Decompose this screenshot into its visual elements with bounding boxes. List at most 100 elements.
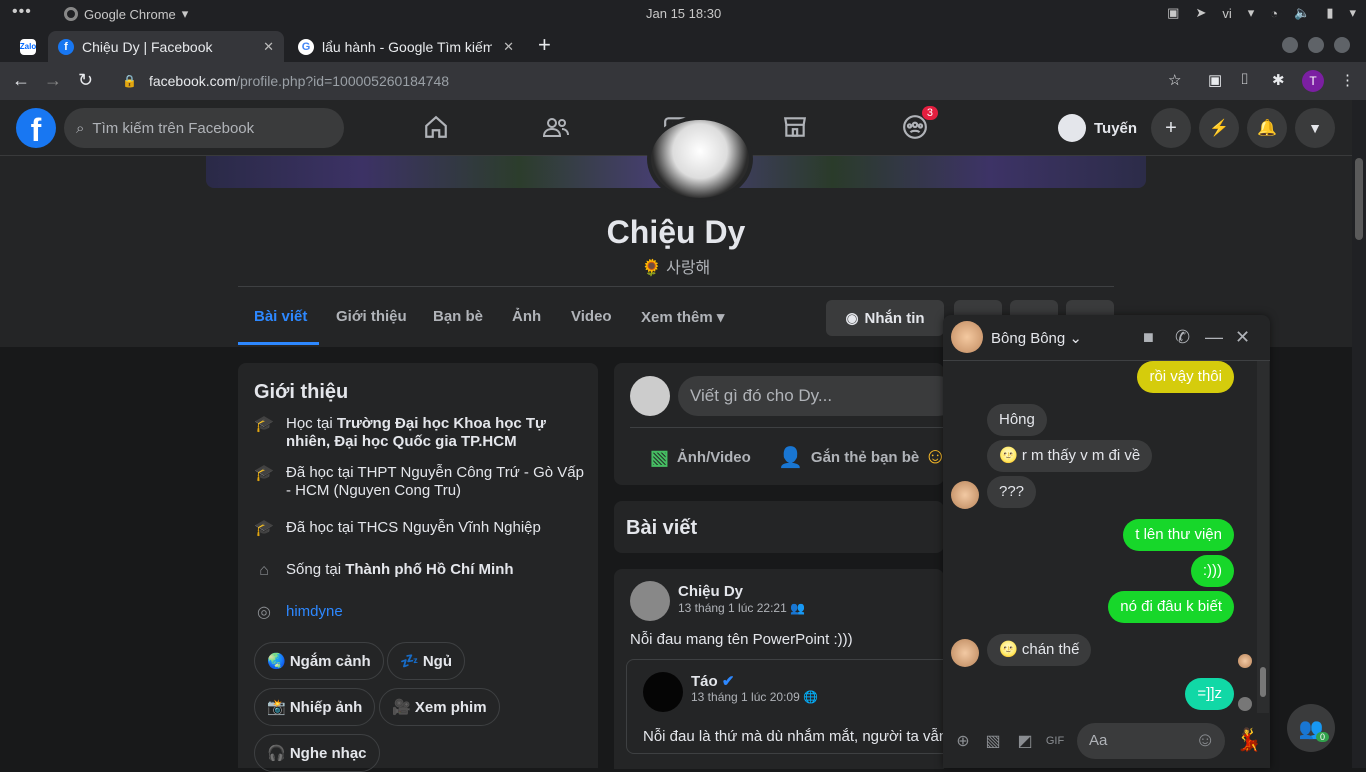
- profile-avatar[interactable]: T: [1302, 70, 1324, 92]
- bookmark-star-icon[interactable]: ☆: [1168, 71, 1181, 89]
- scrollbar-thumb[interactable]: [1355, 158, 1363, 240]
- message-outgoing[interactable]: =]]z: [1185, 678, 1234, 710]
- message-list[interactable]: rồi vậy thôi Hông 🌝 r m thấy v m đi về ?…: [943, 361, 1270, 713]
- tab-google-search[interactable]: G lẩu hành - Google Tìm kiếm ✕: [288, 31, 524, 62]
- message-button[interactable]: ◉ Nhắn tin: [826, 300, 944, 336]
- marketplace-icon[interactable]: [780, 112, 810, 142]
- close-chat-icon[interactable]: ✕: [1235, 327, 1250, 348]
- close-tab-icon[interactable]: ✕: [503, 39, 514, 55]
- tag-friends-button[interactable]: 👤 Gắn thẻ bạn bè: [778, 445, 919, 470]
- messenger-button[interactable]: ⚡: [1199, 108, 1239, 148]
- chat-avatar[interactable]: [951, 321, 983, 353]
- volume-icon[interactable]: 🔈: [1294, 5, 1310, 21]
- page-scrollbar[interactable]: [1352, 100, 1366, 768]
- quick-reaction-icon[interactable]: 💃: [1235, 727, 1262, 752]
- extensions-icon[interactable]: ✱: [1272, 71, 1285, 89]
- clock[interactable]: Jan 15 18:30: [646, 6, 721, 21]
- tab-more[interactable]: Xem thêm ▾: [641, 308, 724, 326]
- reload-icon[interactable]: ↻: [78, 70, 93, 91]
- tab-about[interactable]: Giới thiệu: [336, 308, 407, 325]
- bell-icon: 🔔: [1257, 120, 1277, 137]
- avatar[interactable]: [630, 581, 670, 621]
- hobby-chip[interactable]: 🌏 Ngắm cảnh: [254, 642, 384, 680]
- photo-video-button[interactable]: ▧ Ảnh/Video: [650, 445, 751, 470]
- avatar[interactable]: [643, 672, 683, 712]
- screenshot-icon[interactable]: ⌷: [1240, 71, 1249, 88]
- address-bar[interactable]: 🔒 facebook.com/profile.php?id=1000052601…: [110, 66, 1210, 96]
- tab-videos[interactable]: Video: [571, 308, 612, 325]
- tray-icon[interactable]: ▣: [1167, 5, 1179, 21]
- telegram-icon[interactable]: ➤: [1195, 5, 1206, 21]
- image-icon[interactable]: ▧: [983, 731, 1003, 751]
- sender-avatar[interactable]: [951, 639, 979, 667]
- facebook-logo[interactable]: f: [16, 108, 56, 148]
- hobby-chip[interactable]: 🎥 Xem phim: [379, 688, 500, 726]
- chat-name[interactable]: Bông Bông ⌄: [991, 329, 1082, 347]
- hobby-chip[interactable]: 💤 Ngủ: [387, 642, 466, 680]
- search-input[interactable]: ⌕ Tìm kiếm trên Facebook: [64, 108, 344, 148]
- emoji-picker-icon[interactable]: ☺: [1195, 729, 1215, 751]
- friends-icon[interactable]: [541, 112, 571, 142]
- message-outgoing[interactable]: nó đi đâu k biết: [1108, 591, 1234, 623]
- create-button[interactable]: +: [1151, 108, 1191, 148]
- message-incoming[interactable]: 🌝 chán thế: [987, 634, 1092, 666]
- home-icon[interactable]: [421, 112, 451, 142]
- new-message-button[interactable]: 👥 0: [1287, 704, 1335, 752]
- composer-input[interactable]: Viết gì đó cho Dy...: [678, 376, 958, 416]
- hobby-chip[interactable]: 🎧 Nghe nhạc: [254, 734, 380, 772]
- chevron-down-icon[interactable]: ▾: [1349, 5, 1356, 21]
- battery-icon[interactable]: ▮: [1326, 5, 1333, 21]
- notifications-button[interactable]: 🔔: [1247, 108, 1287, 148]
- message-incoming[interactable]: Hông: [987, 404, 1047, 436]
- message-incoming[interactable]: ???: [987, 476, 1037, 508]
- chat-scrollbar[interactable]: [1257, 361, 1269, 713]
- forward-icon[interactable]: →: [44, 70, 62, 91]
- app-menu[interactable]: Google Chrome ▾: [64, 6, 188, 22]
- new-tab-button[interactable]: +: [538, 32, 551, 58]
- activities-icon[interactable]: •••: [12, 3, 32, 21]
- account-menu-button[interactable]: ▼: [1295, 108, 1335, 148]
- sender-avatar[interactable]: [951, 481, 979, 509]
- scrollbar-thumb[interactable]: [1260, 667, 1266, 697]
- intro-row-highschool: 🎓 Đã học tại THPT Nguyễn Công Trứ - Gò V…: [254, 464, 584, 500]
- message-button-label: Nhắn tin: [864, 309, 925, 327]
- video-call-icon[interactable]: ■: [1143, 327, 1154, 348]
- posts-header: Bài viết: [614, 501, 944, 553]
- back-icon[interactable]: ←: [12, 70, 30, 91]
- profile-button[interactable]: Tuyến: [1050, 108, 1145, 148]
- cast-icon[interactable]: ▣: [1208, 71, 1222, 89]
- search-icon: ⌕: [76, 119, 85, 137]
- chrome-menu-icon[interactable]: ⋮: [1340, 71, 1355, 89]
- profile-picture[interactable]: [647, 116, 753, 202]
- sticker-icon[interactable]: ◩: [1015, 731, 1035, 751]
- shared-author[interactable]: Táo ✔: [691, 672, 734, 690]
- close-window-button[interactable]: [1334, 37, 1350, 53]
- tab-friends[interactable]: Bạn bè: [433, 308, 483, 325]
- tab-photos[interactable]: Ảnh: [512, 308, 541, 325]
- message-incoming[interactable]: 🌝 r m thấy v m đi về: [987, 440, 1153, 472]
- groups-icon[interactable]: 3: [900, 106, 938, 142]
- tab-posts[interactable]: Bài viết: [254, 308, 307, 325]
- minimize-chat-icon[interactable]: —: [1205, 327, 1223, 348]
- gif-icon[interactable]: GIF: [1045, 731, 1065, 751]
- shared-time[interactable]: 13 tháng 1 lúc 20:09 🌐: [691, 690, 818, 704]
- message-outgoing[interactable]: rồi vậy thôi: [1137, 361, 1234, 393]
- hobby-chip[interactable]: 📸 Nhiếp ảnh: [254, 688, 376, 726]
- close-tab-icon[interactable]: ✕: [263, 39, 274, 55]
- shared-post[interactable]: Táo ✔ 13 tháng 1 lúc 20:09 🌐 Nỗi đau là …: [626, 659, 957, 754]
- tab-more-label: Xem thêm: [641, 309, 713, 326]
- message-outgoing[interactable]: :))): [1190, 555, 1234, 587]
- post-author[interactable]: Chiệu Dy: [678, 583, 743, 600]
- message-outgoing[interactable]: t lên thư viện: [1123, 519, 1234, 551]
- city-link[interactable]: Thành phố Hồ Chí Minh: [345, 561, 513, 578]
- minimize-window-button[interactable]: [1282, 37, 1298, 53]
- tab-facebook[interactable]: f Chiệu Dy | Facebook ✕: [48, 31, 284, 62]
- wifi-icon[interactable]: ◔: [1270, 6, 1278, 21]
- phone-icon[interactable]: ✆: [1175, 327, 1190, 348]
- maximize-window-button[interactable]: [1308, 37, 1324, 53]
- post-time[interactable]: 13 tháng 1 lúc 22:21 👥: [678, 601, 805, 615]
- instagram-link[interactable]: himdyne: [286, 603, 343, 623]
- plus-circle-icon[interactable]: ⊕: [953, 731, 973, 751]
- language-indicator[interactable]: vi: [1222, 6, 1231, 21]
- tab-zalo[interactable]: Zalo: [10, 31, 46, 62]
